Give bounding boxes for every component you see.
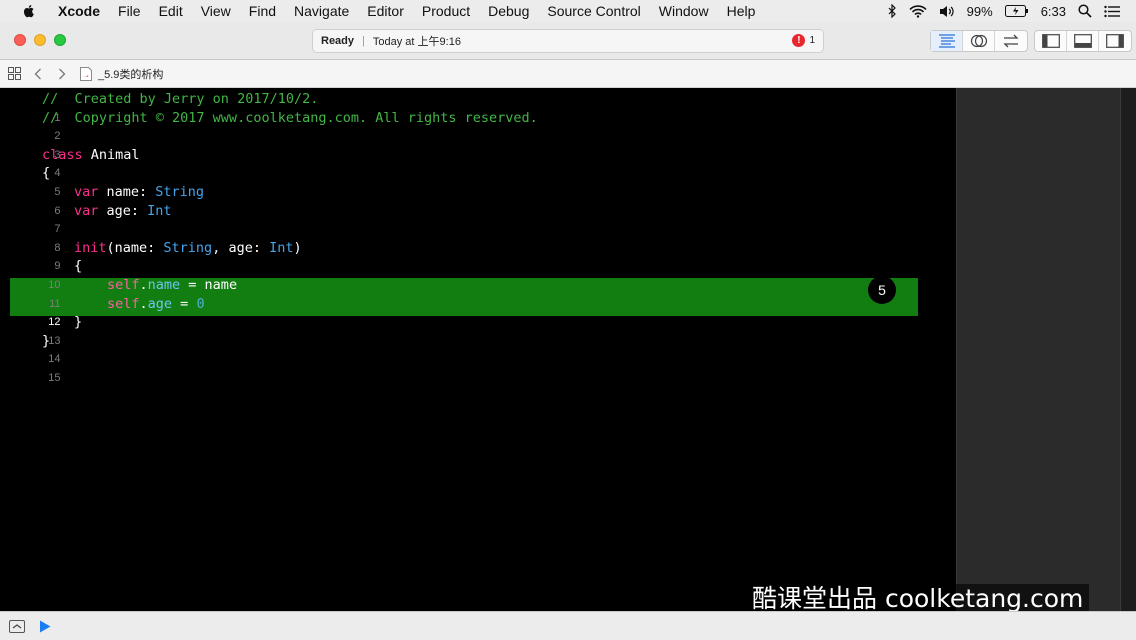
- back-button[interactable]: [28, 64, 48, 84]
- code-line: 10 {: [0, 257, 956, 291]
- related-items-button[interactable]: [4, 64, 24, 84]
- line-number: 15: [48, 371, 61, 384]
- error-count: 1: [809, 35, 815, 46]
- status-menu-area: 99% 6:33: [887, 0, 1136, 22]
- code-line: 9 init(name: String, age: Int): [0, 239, 956, 273]
- code-line: 5 {: [0, 164, 956, 198]
- error-icon: !: [792, 34, 806, 47]
- code-text: init(name: String, age: Int): [74, 239, 302, 256]
- minimap-strip: [957, 88, 1121, 611]
- menu-bar: Xcode File Edit View Find Navigate Edito…: [0, 0, 1136, 22]
- activity-separator: |: [362, 35, 365, 47]
- view-toggle-control: [1034, 30, 1132, 52]
- window-minimize-button[interactable]: [34, 34, 46, 46]
- code-text: self.name = name: [107, 277, 238, 293]
- code-line: 2 // Copyright © 2017 www.coolketang.com…: [0, 109, 956, 143]
- code-text: // Created by Jerry on 2017/10/2.: [42, 91, 319, 107]
- code-line: 15: [0, 350, 956, 384]
- clock[interactable]: 6:33: [1041, 4, 1066, 19]
- volume-icon[interactable]: [939, 5, 955, 18]
- breadcrumb-file[interactable]: _5.9类的析构: [98, 66, 163, 82]
- menu-window[interactable]: Window: [650, 0, 718, 22]
- menu-product[interactable]: Product: [413, 0, 479, 22]
- forward-button[interactable]: [52, 64, 72, 84]
- hide-debug-area-button[interactable]: [9, 619, 25, 633]
- code-line: 1 // Created by Jerry on 2017/10/2.: [0, 90, 956, 124]
- code-text: class Animal: [42, 146, 140, 163]
- hide-debug-icon: [12, 623, 22, 628]
- menu-view[interactable]: View: [192, 0, 240, 22]
- menu-edit[interactable]: Edit: [150, 0, 192, 22]
- toggle-navigator-button[interactable]: [1035, 31, 1067, 51]
- code-text: {: [42, 165, 51, 182]
- notification-center-icon[interactable]: [1104, 5, 1120, 18]
- window-toolbar: Ready | Today at 上午9:16 ! 1: [0, 22, 1136, 60]
- debug-bar: [0, 611, 1136, 640]
- standard-editor-button[interactable]: [931, 31, 963, 51]
- code-text: // Copyright © 2017 www.coolketang.com. …: [42, 109, 538, 126]
- battery-icon[interactable]: [1004, 5, 1029, 17]
- menu-debug[interactable]: Debug: [479, 0, 538, 22]
- code-line: 6 var name: String: [0, 183, 956, 217]
- build-status: Ready: [321, 35, 355, 47]
- source-editor[interactable]: 1 // Created by Jerry on 2017/10/2. 2 //…: [0, 88, 956, 611]
- code-text: }: [42, 332, 51, 349]
- step-badge: 5: [868, 276, 896, 304]
- jump-bar: _5.9类的析构: [0, 60, 1136, 88]
- code-line-current: 12 self.age = 0: [0, 295, 956, 329]
- assistant-editor-button[interactable]: [963, 31, 995, 51]
- code-text: var name: String: [74, 184, 205, 200]
- standard-editor-icon: [938, 34, 955, 48]
- bluetooth-icon[interactable]: [887, 4, 897, 18]
- activity-viewer: Ready | Today at 上午9:16 ! 1: [312, 29, 824, 53]
- code-line: 8: [0, 220, 956, 254]
- assistant-editor-icon: [970, 34, 987, 48]
- wifi-icon[interactable]: [909, 4, 927, 18]
- menu-help[interactable]: Help: [718, 0, 765, 22]
- code-line: 11 self.name = name: [0, 276, 956, 310]
- menu-navigate[interactable]: Navigate: [285, 0, 358, 22]
- menu-editor[interactable]: Editor: [358, 0, 413, 22]
- chevron-left-icon: [34, 68, 41, 79]
- code-text: self.age = 0: [107, 295, 205, 312]
- spotlight-search-icon[interactable]: [1078, 4, 1092, 18]
- navigator-panel-icon: [1041, 34, 1060, 48]
- error-indicator[interactable]: ! 1: [792, 34, 815, 47]
- editor-mode-control: [930, 30, 1028, 52]
- toggle-debug-area-button[interactable]: [1067, 31, 1099, 51]
- code-text: }: [74, 314, 83, 331]
- grid-icon: [7, 67, 21, 80]
- play-continue-icon[interactable]: [39, 620, 51, 633]
- version-editor-button[interactable]: [995, 31, 1027, 51]
- window-close-button[interactable]: [14, 34, 26, 46]
- battery-percent: 99%: [966, 3, 993, 19]
- debug-area-panel-icon: [1073, 34, 1092, 48]
- swift-file-icon: [80, 66, 92, 81]
- version-editor-icon: [1003, 34, 1019, 48]
- menu-source-control[interactable]: Source Control: [538, 0, 649, 22]
- code-line: 4 class Animal: [0, 146, 956, 180]
- chevron-right-icon: [59, 68, 66, 79]
- watermark: 酷课堂出品 coolketang.com: [746, 584, 1090, 614]
- build-timestamp: Today at 上午9:16: [372, 36, 461, 48]
- utilities-panel-icon: [1106, 34, 1124, 48]
- menu-app-xcode[interactable]: Xcode: [49, 0, 109, 22]
- code-line: 14 }: [0, 332, 956, 366]
- code-text: var age: Int: [74, 202, 172, 219]
- window-zoom-button[interactable]: [54, 34, 66, 46]
- code-text: {: [74, 258, 83, 275]
- apple-icon[interactable]: [21, 3, 37, 19]
- code-line: 7 var age: Int: [0, 202, 956, 236]
- menu-find[interactable]: Find: [240, 0, 285, 22]
- menu-file[interactable]: File: [109, 0, 150, 22]
- toggle-utilities-button[interactable]: [1099, 31, 1131, 51]
- code-line: 3: [0, 127, 956, 161]
- minimap[interactable]: [956, 88, 1136, 611]
- code-line: 13 }: [0, 313, 956, 347]
